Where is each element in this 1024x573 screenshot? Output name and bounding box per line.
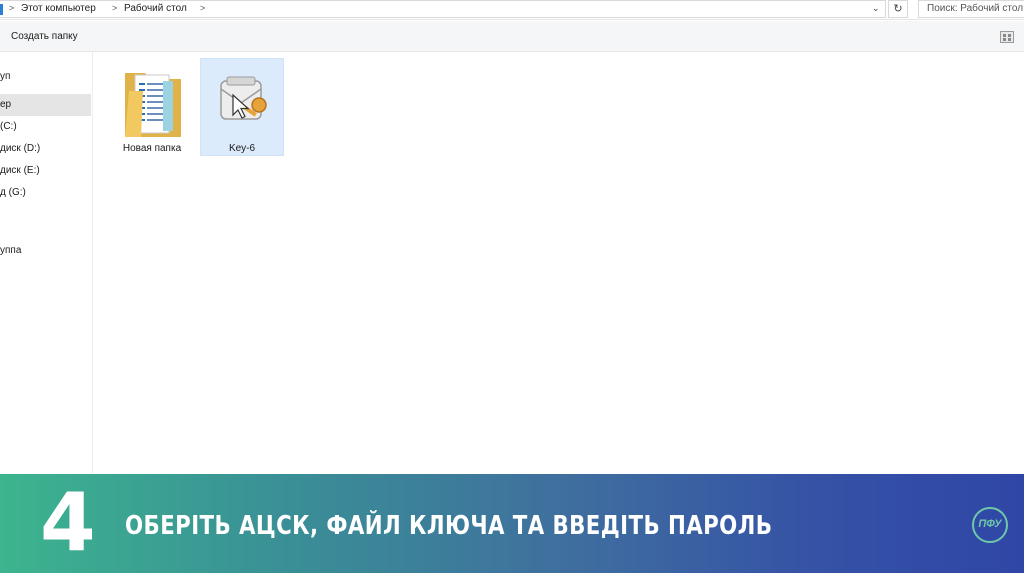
chevron-right-icon[interactable]: > [9,3,14,13]
key-certificate-icon [220,76,267,120]
refresh-icon[interactable]: ↻ [888,0,908,18]
sidebar-item-label: д (G:) [0,187,26,198]
new-folder-button[interactable]: Создать папку [11,31,78,42]
sidebar-item-homegroup[interactable]: уппа [0,240,91,262]
address-dropdown-icon[interactable]: ⌄ [872,3,880,14]
step-caption: ОБЕРІТЬ АЦСК, ФАЙЛ КЛЮЧА ТА ВВЕДІТЬ ПАРО… [125,511,773,541]
address-bar[interactable]: > Этот компьютер > Рабочий стол > ⌄ [0,0,886,18]
sidebar-item-this-pc[interactable]: ер [0,94,91,116]
navigation-pane: уп ер (C:) диск (D:) диск (E:) д (G:) уп… [0,52,93,474]
logo-text: ПФУ [978,518,1002,530]
sidebar-item-label: (C:) [0,121,17,132]
file-list[interactable]: Новая папка Key-6 [94,52,1024,474]
step-number: 4 [40,476,96,569]
chevron-right-icon[interactable]: > [200,3,205,13]
breadcrumb-this-pc[interactable]: Этот компьютер [21,3,96,14]
search-input[interactable]: Поиск: Рабочий стол [918,0,1024,18]
file-label: Новая папка [122,143,182,154]
breadcrumb-desktop[interactable]: Рабочий стол [124,3,187,14]
computer-icon [0,4,3,15]
sidebar-item-label: уп [0,71,11,82]
sidebar-item-drive-e[interactable]: диск (E:) [0,160,91,182]
pfu-logo-icon: ПФУ [972,507,1008,543]
file-item-new-folder[interactable]: Новая папка [110,58,194,156]
file-item-key-6[interactable]: Key-6 [200,58,284,156]
sidebar-item-drive-g[interactable]: д (G:) [0,182,91,204]
command-bar: Создать папку [0,21,1024,52]
address-row: > Этот компьютер > Рабочий стол > ⌄ ↻ По… [0,0,1024,20]
sidebar-item-group[interactable]: уп [0,66,91,88]
sidebar-item-label: диск (D:) [0,143,41,154]
file-label: Key-6 [228,143,256,154]
sidebar-item-drive-d[interactable]: диск (D:) [0,138,91,160]
sidebar-item-label: диск (E:) [0,165,40,176]
sidebar-item-drive-c[interactable]: (C:) [0,116,91,138]
sidebar-item-label: уппа [0,245,22,256]
chevron-right-icon[interactable]: > [112,3,117,13]
instruction-banner: 4 ОБЕРІТЬ АЦСК, ФАЙЛ КЛЮЧА ТА ВВЕДІТЬ ПА… [0,474,1024,573]
view-layout-icon[interactable] [1000,31,1014,43]
folder-icon [125,73,181,137]
sidebar-item-label: ер [0,99,12,110]
